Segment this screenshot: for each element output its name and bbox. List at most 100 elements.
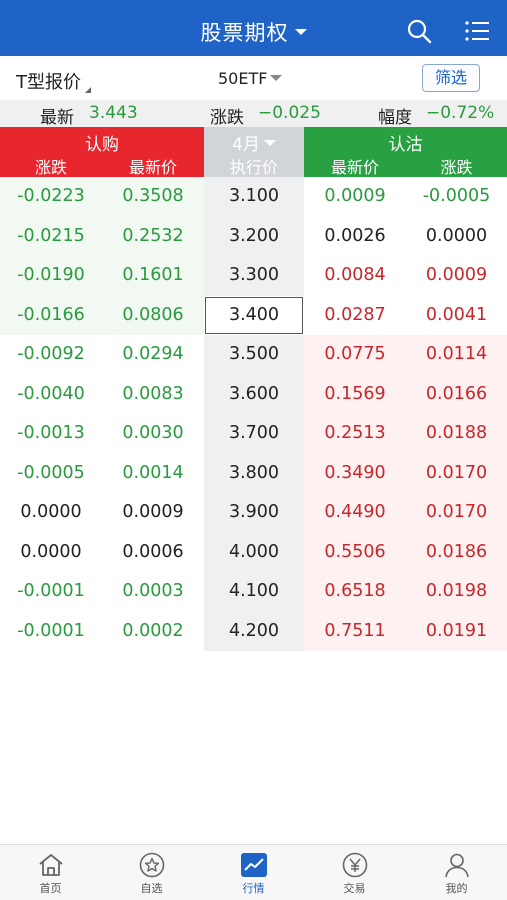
put-change-cell[interactable]: 0.0186	[406, 532, 507, 572]
nav-market[interactable]: 行情	[203, 849, 304, 899]
underlying-quote-bar: 最新 3.443 涨跌 −0.025 幅度 −0.72%	[0, 100, 507, 128]
strike-cell[interactable]: 4.200	[204, 611, 304, 651]
table-row[interactable]: -0.0223 0.3508 3.100 0.0009 -0.0005	[0, 177, 507, 217]
nav-home[interactable]: 首页	[0, 849, 101, 899]
put-price-cell[interactable]: 0.7511	[304, 611, 406, 651]
month-label: 4月	[232, 135, 260, 155]
list-menu-icon[interactable]	[464, 19, 490, 43]
put-price-cell[interactable]: 0.0026	[304, 216, 406, 256]
put-price-cell[interactable]: 0.4490	[304, 493, 406, 533]
table-row[interactable]: -0.0001 0.0003 4.100 0.6518 0.0198	[0, 572, 507, 612]
strike-cell[interactable]: 3.100	[204, 177, 304, 217]
line-chart-icon	[240, 853, 267, 877]
underlying-selector[interactable]: 50ETF	[218, 69, 283, 88]
call-change-cell[interactable]: 0.0000	[0, 493, 102, 533]
bottom-navigation: 首页 自选 行情 交易 我的	[0, 844, 507, 900]
nav-watchlist[interactable]: 自选	[101, 849, 202, 899]
strike-cell[interactable]: 3.800	[204, 453, 304, 493]
call-price-cell[interactable]: 0.0806	[102, 295, 204, 335]
strike-cell[interactable]: 3.900	[204, 493, 304, 533]
filter-button[interactable]: 筛选	[422, 64, 480, 92]
put-change-cell[interactable]: 0.0166	[406, 374, 507, 414]
call-change-cell[interactable]: -0.0092	[0, 335, 102, 375]
t-quote-table-header: 认购 涨跌 最新价 4月 执行价 认沽 最新价 涨跌	[0, 127, 507, 177]
call-price-cell[interactable]: 0.0009	[102, 493, 204, 533]
call-change-cell[interactable]: -0.0013	[0, 414, 102, 454]
strike-cell[interactable]: 3.200	[204, 216, 304, 256]
put-price-cell[interactable]: 0.0287	[304, 295, 406, 335]
call-change-cell[interactable]: -0.0040	[0, 374, 102, 414]
put-price-cell[interactable]: 0.5506	[304, 532, 406, 572]
call-change-cell[interactable]: -0.0005	[0, 453, 102, 493]
table-row[interactable]: -0.0092 0.0294 3.500 0.0775 0.0114	[0, 335, 507, 375]
put-price-cell[interactable]: 0.1569	[304, 374, 406, 414]
put-change-cell[interactable]: 0.0198	[406, 572, 507, 612]
strike-cell[interactable]: 3.600	[204, 374, 304, 414]
put-change-cell[interactable]: 0.0188	[406, 414, 507, 454]
call-change-cell[interactable]: -0.0001	[0, 572, 102, 612]
change-value: −0.025	[258, 103, 321, 123]
strike-cell[interactable]: 3.400	[204, 295, 304, 335]
put-change-cell[interactable]: 0.0170	[406, 453, 507, 493]
strike-cell[interactable]: 4.000	[204, 532, 304, 572]
call-change-cell[interactable]: 0.0000	[0, 532, 102, 572]
call-price-cell[interactable]: 0.0294	[102, 335, 204, 375]
strike-cell[interactable]: 3.300	[204, 256, 304, 296]
call-change-cell[interactable]: -0.0166	[0, 295, 102, 335]
call-change-cell[interactable]: -0.0001	[0, 611, 102, 651]
put-change-cell[interactable]: 0.0041	[406, 295, 507, 335]
strike-cell[interactable]: 4.100	[204, 572, 304, 612]
strike-cell[interactable]: 3.700	[204, 414, 304, 454]
put-change-cell[interactable]: 0.0009	[406, 256, 507, 296]
put-change-header[interactable]: 涨跌	[406, 154, 507, 178]
put-price-cell[interactable]: 0.0009	[304, 177, 406, 217]
call-price-cell[interactable]: 0.3508	[102, 177, 204, 217]
call-price-cell[interactable]: 0.0014	[102, 453, 204, 493]
call-price-cell[interactable]: 0.0006	[102, 532, 204, 572]
month-selector[interactable]: 4月	[204, 130, 304, 155]
call-price-cell[interactable]: 0.0003	[102, 572, 204, 612]
table-row[interactable]: -0.0001 0.0002 4.200 0.7511 0.0191	[0, 611, 507, 651]
put-price-cell[interactable]: 0.2513	[304, 414, 406, 454]
call-price-header[interactable]: 最新价	[102, 154, 204, 178]
nav-trade[interactable]: 交易	[304, 849, 405, 899]
call-change-cell[interactable]: -0.0215	[0, 216, 102, 256]
put-price-cell[interactable]: 0.3490	[304, 453, 406, 493]
call-change-cell[interactable]: -0.0223	[0, 177, 102, 217]
table-row[interactable]: -0.0166 0.0806 3.400 0.0287 0.0041	[0, 295, 507, 335]
table-row[interactable]: -0.0040 0.0083 3.600 0.1569 0.0166	[0, 374, 507, 414]
put-price-cell[interactable]: 0.0775	[304, 335, 406, 375]
put-change-cell[interactable]: 0.0114	[406, 335, 507, 375]
table-row[interactable]: 0.0000 0.0006 4.000 0.5506 0.0186	[0, 532, 507, 572]
nav-mine[interactable]: 我的	[406, 849, 507, 899]
put-change-cell[interactable]: 0.0191	[406, 611, 507, 651]
call-price-cell[interactable]: 0.0083	[102, 374, 204, 414]
put-price-header[interactable]: 最新价	[304, 154, 406, 178]
call-change-header[interactable]: 涨跌	[0, 154, 102, 178]
table-row[interactable]: -0.0215 0.2532 3.200 0.0026 0.0000	[0, 216, 507, 256]
put-change-cell[interactable]: -0.0005	[406, 177, 507, 217]
put-price-cell[interactable]: 0.0084	[304, 256, 406, 296]
t-quote-selector[interactable]: T型报价	[16, 68, 91, 94]
put-change-cell[interactable]: 0.0000	[406, 216, 507, 256]
strike-header: 4月 执行价	[204, 127, 304, 177]
nav-market-label: 行情	[242, 882, 265, 895]
pct-value: −0.72%	[426, 103, 495, 123]
call-price-cell[interactable]: 0.1601	[102, 256, 204, 296]
call-price-cell[interactable]: 0.0002	[102, 611, 204, 651]
chevron-down-icon	[270, 74, 283, 81]
table-row[interactable]: -0.0013 0.0030 3.700 0.2513 0.0188	[0, 414, 507, 454]
call-price-cell[interactable]: 0.0030	[102, 414, 204, 454]
put-title: 认沽	[388, 135, 423, 155]
table-row[interactable]: -0.0190 0.1601 3.300 0.0084 0.0009	[0, 256, 507, 296]
chevron-down-icon	[294, 29, 307, 35]
table-row[interactable]: -0.0005 0.0014 3.800 0.3490 0.0170	[0, 453, 507, 493]
option-selector-bar: T型报价 50ETF 筛选	[0, 56, 507, 100]
table-row[interactable]: 0.0000 0.0009 3.900 0.4490 0.0170	[0, 493, 507, 533]
call-change-cell[interactable]: -0.0190	[0, 256, 102, 296]
search-icon[interactable]	[406, 18, 432, 44]
put-price-cell[interactable]: 0.6518	[304, 572, 406, 612]
put-change-cell[interactable]: 0.0170	[406, 493, 507, 533]
strike-cell[interactable]: 3.500	[204, 335, 304, 375]
call-price-cell[interactable]: 0.2532	[102, 216, 204, 256]
